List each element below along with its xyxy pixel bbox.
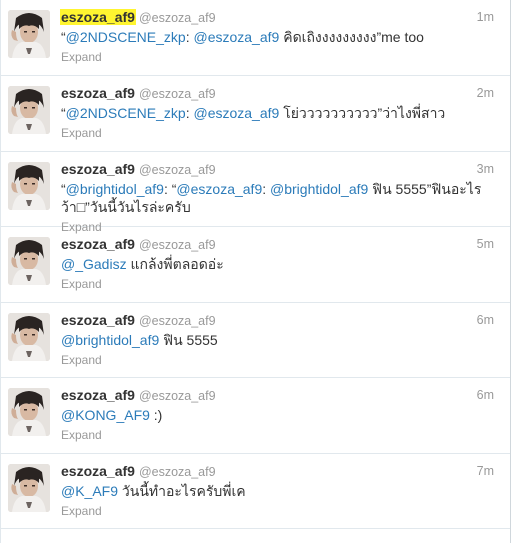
- tweet-item[interactable]: eszoza_af9 @eszoza_af9 7m @K_AF9 วันนี้ทำอะ…: [1, 454, 510, 529]
- tweet-text: @brightidol_af9 ฟิน 5555: [61, 331, 494, 349]
- tweet-item[interactable]: eszoza_af9 @eszoza_af9 3m “@brightidol_af9:…: [1, 152, 510, 234]
- expand-link[interactable]: Expand: [61, 277, 102, 291]
- tweet-text-segment: :: [262, 180, 271, 197]
- avatar[interactable]: [8, 388, 50, 436]
- tweet-item[interactable]: eszoza_af9 @eszoza_af9 5m @_Gadisz แกล้งพี่…: [1, 227, 510, 303]
- expand-link[interactable]: Expand: [61, 50, 102, 64]
- expand-link[interactable]: Expand: [61, 428, 102, 442]
- tweet-text-line: @K_AF9 วันนี้ทำอะไรครับพี่เค: [61, 482, 494, 500]
- tweet-fullname[interactable]: eszoza_af9: [60, 387, 136, 403]
- tweet-username[interactable]: @eszoza_af9: [139, 11, 216, 25]
- tweet-item[interactable]: eszoza_af9 @eszoza_af9 2m “@2NDSCENE_zkp: @…: [1, 76, 510, 152]
- mention-link[interactable]: @KONG_AF9: [61, 407, 150, 423]
- expand-link[interactable]: Expand: [61, 353, 102, 367]
- user-avatar-photo-icon: [8, 312, 50, 361]
- tweet-text-line: @KONG_AF9 :): [61, 406, 494, 424]
- mention-link[interactable]: @eszoza_af9: [176, 181, 262, 197]
- avatar[interactable]: [8, 237, 50, 285]
- tweet-header: eszoza_af9 @eszoza_af9 6m: [60, 387, 494, 405]
- tweet-text-segment: วันนี้ทำอะไรครับพี่เค: [118, 482, 246, 499]
- tweet-username[interactable]: @eszoza_af9: [139, 314, 216, 328]
- tweet-timestamp[interactable]: 7m: [477, 464, 494, 478]
- tweet-username[interactable]: @eszoza_af9: [139, 389, 216, 403]
- tweet-username[interactable]: @eszoza_af9: [139, 87, 216, 101]
- tweet-fullname[interactable]: eszoza_af9: [60, 312, 136, 328]
- tweet-stream: eszoza_af9 @eszoza_af9 1m “@2NDSCENE_zkp: @…: [0, 0, 511, 543]
- tweet-item[interactable]: eszoza_af9 @eszoza_af9 1m “@2NDSCENE_zkp: @…: [1, 0, 510, 76]
- tweet-username[interactable]: @eszoza_af9: [139, 465, 216, 479]
- expand-link[interactable]: Expand: [61, 126, 102, 140]
- tweet-text: @KONG_AF9 :): [61, 406, 494, 424]
- tweet-text: “@2NDSCENE_zkp: @eszoza_af9 คิดเถิงงงงงง…: [61, 28, 494, 46]
- tweet-text-segment: ว้า□”วันนี้วันไรล่ะครับ: [61, 198, 191, 215]
- tweet-fullname[interactable]: eszoza_af9: [60, 463, 136, 479]
- tweet-text-segment: คิดเถิงงงงงงงงง”me too: [279, 29, 424, 45]
- avatar[interactable]: [8, 463, 50, 512]
- tweet-item[interactable]: eszoza_af9 @eszoza_af9 6m @brightidol_af9 ฟ…: [1, 303, 510, 378]
- tweet-timestamp[interactable]: 1m: [477, 10, 494, 24]
- mention-link[interactable]: @brightidol_af9: [61, 332, 159, 348]
- expand-link[interactable]: Expand: [61, 504, 102, 518]
- tweet-header: eszoza_af9 @eszoza_af9 2m: [60, 85, 494, 103]
- avatar[interactable]: [8, 86, 50, 134]
- tweet-fullname[interactable]: eszoza_af9: [60, 85, 136, 101]
- tweet-header: eszoza_af9 @eszoza_af9 7m: [60, 463, 494, 481]
- tweet-text-segment: :): [149, 407, 163, 423]
- tweet-text-segment: แกล้งพี่ตลอดอ่ะ: [126, 256, 224, 272]
- tweet-fullname[interactable]: eszoza_af9: [60, 161, 136, 177]
- tweet-timestamp[interactable]: 3m: [477, 162, 494, 176]
- tweet-text: “@brightidol_af9: “@eszoza_af9: @brighti…: [61, 180, 494, 216]
- tweet-fullname[interactable]: eszoza_af9: [60, 9, 136, 25]
- mention-link[interactable]: @brightidol_af9: [66, 181, 164, 197]
- mention-link[interactable]: @2NDSCENE_zkp: [66, 105, 186, 121]
- tweet-fullname[interactable]: eszoza_af9: [60, 236, 136, 252]
- tweet-timestamp[interactable]: 6m: [477, 313, 494, 327]
- user-avatar-photo-icon: [8, 86, 50, 134]
- tweet-text: @K_AF9 วันนี้ทำอะไรครับพี่เค: [61, 482, 494, 500]
- tweet-username[interactable]: @eszoza_af9: [139, 238, 216, 252]
- avatar[interactable]: [8, 312, 50, 361]
- tweet-timestamp[interactable]: 6m: [477, 388, 494, 402]
- tweet-text-line: “@2NDSCENE_zkp: @eszoza_af9 โย่ววววววววว…: [61, 104, 494, 122]
- tweet-text-line: “@2NDSCENE_zkp: @eszoza_af9 คิดเถิงงงงงง…: [61, 28, 494, 46]
- tweet-header: eszoza_af9 @eszoza_af9 3m: [60, 161, 494, 179]
- mention-link[interactable]: @2NDSCENE_zkp: [66, 29, 186, 45]
- tweet-text-segment: ฟิน 5555: [159, 331, 218, 348]
- user-avatar-photo-icon: [8, 463, 50, 512]
- tweet-timestamp[interactable]: 2m: [477, 86, 494, 100]
- tweet-text-segment: ฟิน 5555”ฟินอะไร: [368, 180, 482, 197]
- tweet-text-segment: : “: [163, 180, 177, 197]
- mention-link[interactable]: @eszoza_af9: [193, 29, 279, 45]
- user-avatar-photo-icon: [8, 161, 50, 210]
- mention-link[interactable]: @brightidol_af9: [270, 181, 368, 197]
- tweet-item[interactable]: eszoza_af9 @eszoza_af9 6m @KONG_AF9 :) Expan…: [1, 378, 510, 454]
- mention-link[interactable]: @_Gadisz: [61, 256, 127, 272]
- tweet-username[interactable]: @eszoza_af9: [139, 163, 216, 177]
- mention-link[interactable]: @K_AF9: [61, 483, 118, 499]
- user-avatar-photo-icon: [8, 388, 50, 436]
- tweet-text-line: @_Gadisz แกล้งพี่ตลอดอ่ะ: [61, 255, 494, 273]
- tweet-header: eszoza_af9 @eszoza_af9 5m: [60, 236, 494, 254]
- avatar[interactable]: [8, 161, 50, 210]
- tweet-text: “@2NDSCENE_zkp: @eszoza_af9 โย่ววววววววว…: [61, 104, 494, 122]
- avatar[interactable]: [8, 10, 50, 58]
- mention-link[interactable]: @eszoza_af9: [193, 105, 279, 121]
- tweet-header: eszoza_af9 @eszoza_af9 1m: [60, 9, 494, 27]
- tweet-text-segment: โย่วววววววววว”ว่าไงพี่สาว: [279, 105, 446, 121]
- user-avatar-photo-icon: [8, 10, 50, 58]
- tweet-text-line: @brightidol_af9 ฟิน 5555: [61, 331, 494, 349]
- tweet-text: @_Gadisz แกล้งพี่ตลอดอ่ะ: [61, 255, 494, 273]
- tweet-header: eszoza_af9 @eszoza_af9 6m: [60, 312, 494, 330]
- user-avatar-photo-icon: [8, 237, 50, 285]
- tweet-text-line: “@brightidol_af9: “@eszoza_af9: @brighti…: [61, 180, 494, 198]
- tweet-timestamp[interactable]: 5m: [477, 237, 494, 251]
- tweet-text-line: ว้า□”วันนี้วันไรล่ะครับ: [61, 198, 494, 216]
